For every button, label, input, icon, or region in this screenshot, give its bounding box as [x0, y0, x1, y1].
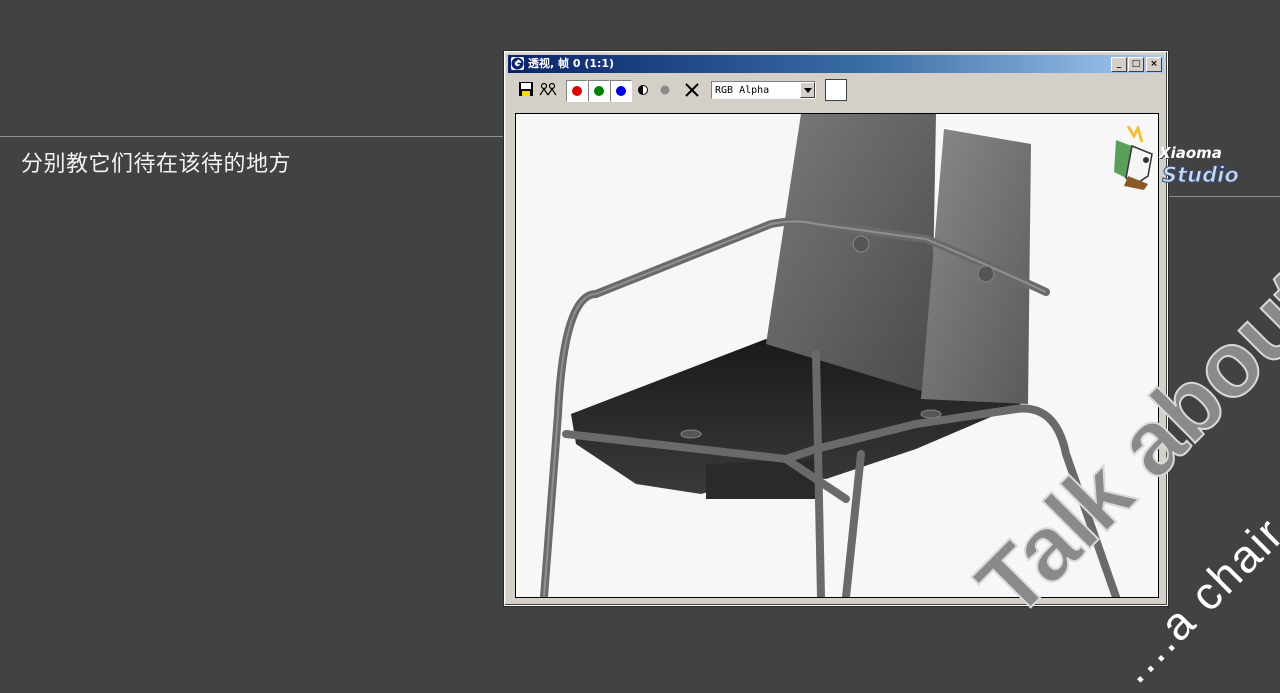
- red-channel-icon: [572, 86, 582, 96]
- chevron-down-icon[interactable]: [800, 82, 815, 98]
- blue-channel-icon: [616, 86, 626, 96]
- window-title: 透视, 帧 0 (1:1): [528, 57, 615, 70]
- clone-frame-icon[interactable]: [539, 81, 557, 99]
- blue-channel-toggle[interactable]: [610, 80, 632, 102]
- close-button[interactable]: ×: [1146, 57, 1162, 72]
- channel-mode-select[interactable]: RGB Alpha: [711, 81, 816, 99]
- render-toolbar: RGB Alpha: [508, 76, 1164, 104]
- color-swatch[interactable]: [825, 79, 847, 101]
- maximize-button[interactable]: □: [1128, 57, 1144, 72]
- alpha-channel-icon[interactable]: [635, 81, 653, 99]
- max-logo-icon: [511, 57, 524, 70]
- horse-mascot-icon: [1114, 126, 1153, 190]
- monochrome-icon[interactable]: [657, 81, 675, 99]
- clear-icon[interactable]: [684, 81, 702, 99]
- chair-render-image: [540, 114, 1120, 597]
- studio-logo: Xiaoma Studio: [1112, 126, 1242, 196]
- window-titlebar[interactable]: 透视, 帧 0 (1:1) _ □ ×: [508, 55, 1164, 73]
- slide-subtitle: 分别教它们待在该待的地方: [21, 152, 292, 177]
- red-channel-toggle[interactable]: [566, 80, 588, 102]
- save-icon[interactable]: [518, 81, 536, 99]
- green-channel-icon: [594, 86, 604, 96]
- minimize-button[interactable]: _: [1111, 57, 1127, 72]
- render-viewport: [515, 113, 1159, 598]
- logo-name: Xiaoma: [1159, 144, 1222, 162]
- render-frame-window[interactable]: 透视, 帧 0 (1:1) _ □ × RGB Alpha: [504, 51, 1168, 606]
- logo-studio: Studio: [1162, 163, 1240, 188]
- green-channel-toggle[interactable]: [588, 80, 610, 102]
